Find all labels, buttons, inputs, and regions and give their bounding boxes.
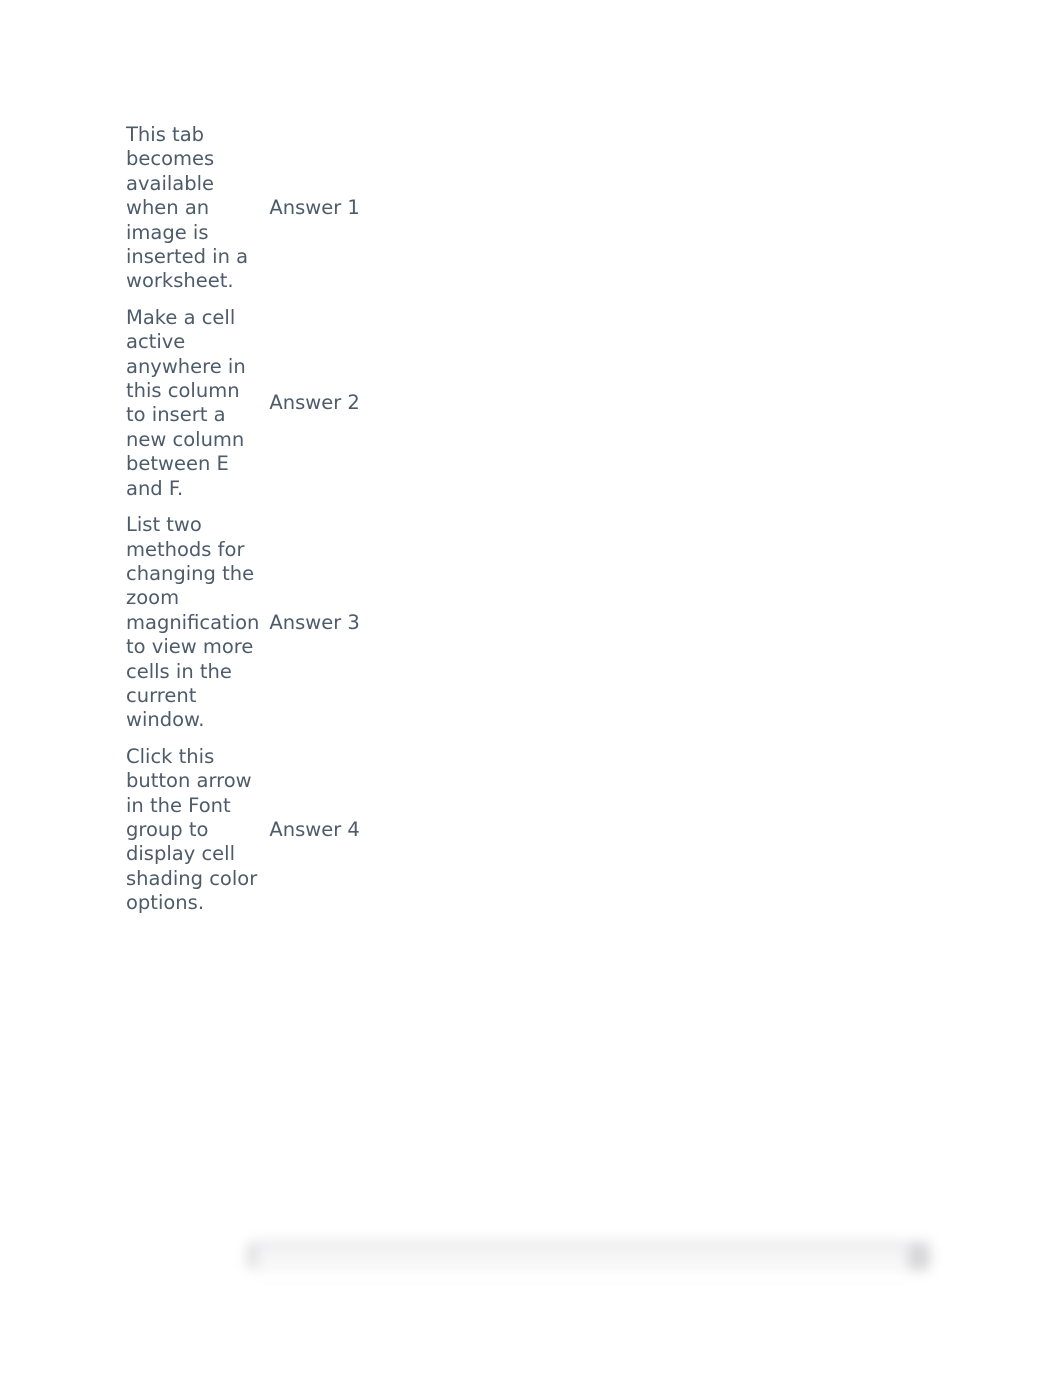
blurred-right-handle — [908, 1244, 930, 1270]
question-text: Make a cell active anywhere in this colu… — [126, 305, 246, 500]
question-prompt: This tab becomes available when an image… — [122, 123, 263, 306]
question-answer-table: This tab becomes available when an image… — [122, 123, 364, 928]
blurred-left-handle — [246, 1244, 258, 1268]
answer-field[interactable]: Answer 3 — [263, 513, 363, 745]
blurred-preview-bar — [240, 1238, 940, 1278]
answer-field[interactable]: Answer 1 — [263, 123, 363, 306]
question-text: List two methods for changing the zoom m… — [126, 513, 260, 732]
question-row-3: List two methods for changing the zoom m… — [122, 513, 364, 745]
question-prompt: Click this button arrow in the Font grou… — [122, 745, 263, 928]
question-text: This tab becomes available when an image… — [126, 123, 249, 293]
blurred-body — [250, 1250, 930, 1272]
question-row-1: This tab becomes available when an image… — [122, 123, 364, 306]
answer-field[interactable]: Answer 2 — [263, 306, 363, 513]
question-text: Click this button arrow in the Font grou… — [126, 744, 258, 915]
question-prompt: Make a cell active anywhere in this colu… — [122, 306, 263, 513]
blurred-strip — [250, 1240, 930, 1250]
answer-field[interactable]: Answer 4 — [263, 745, 363, 928]
question-row-4: Click this button arrow in the Font grou… — [122, 745, 364, 928]
question-prompt: List two methods for changing the zoom m… — [122, 513, 263, 745]
question-row-2: Make a cell active anywhere in this colu… — [122, 306, 364, 513]
